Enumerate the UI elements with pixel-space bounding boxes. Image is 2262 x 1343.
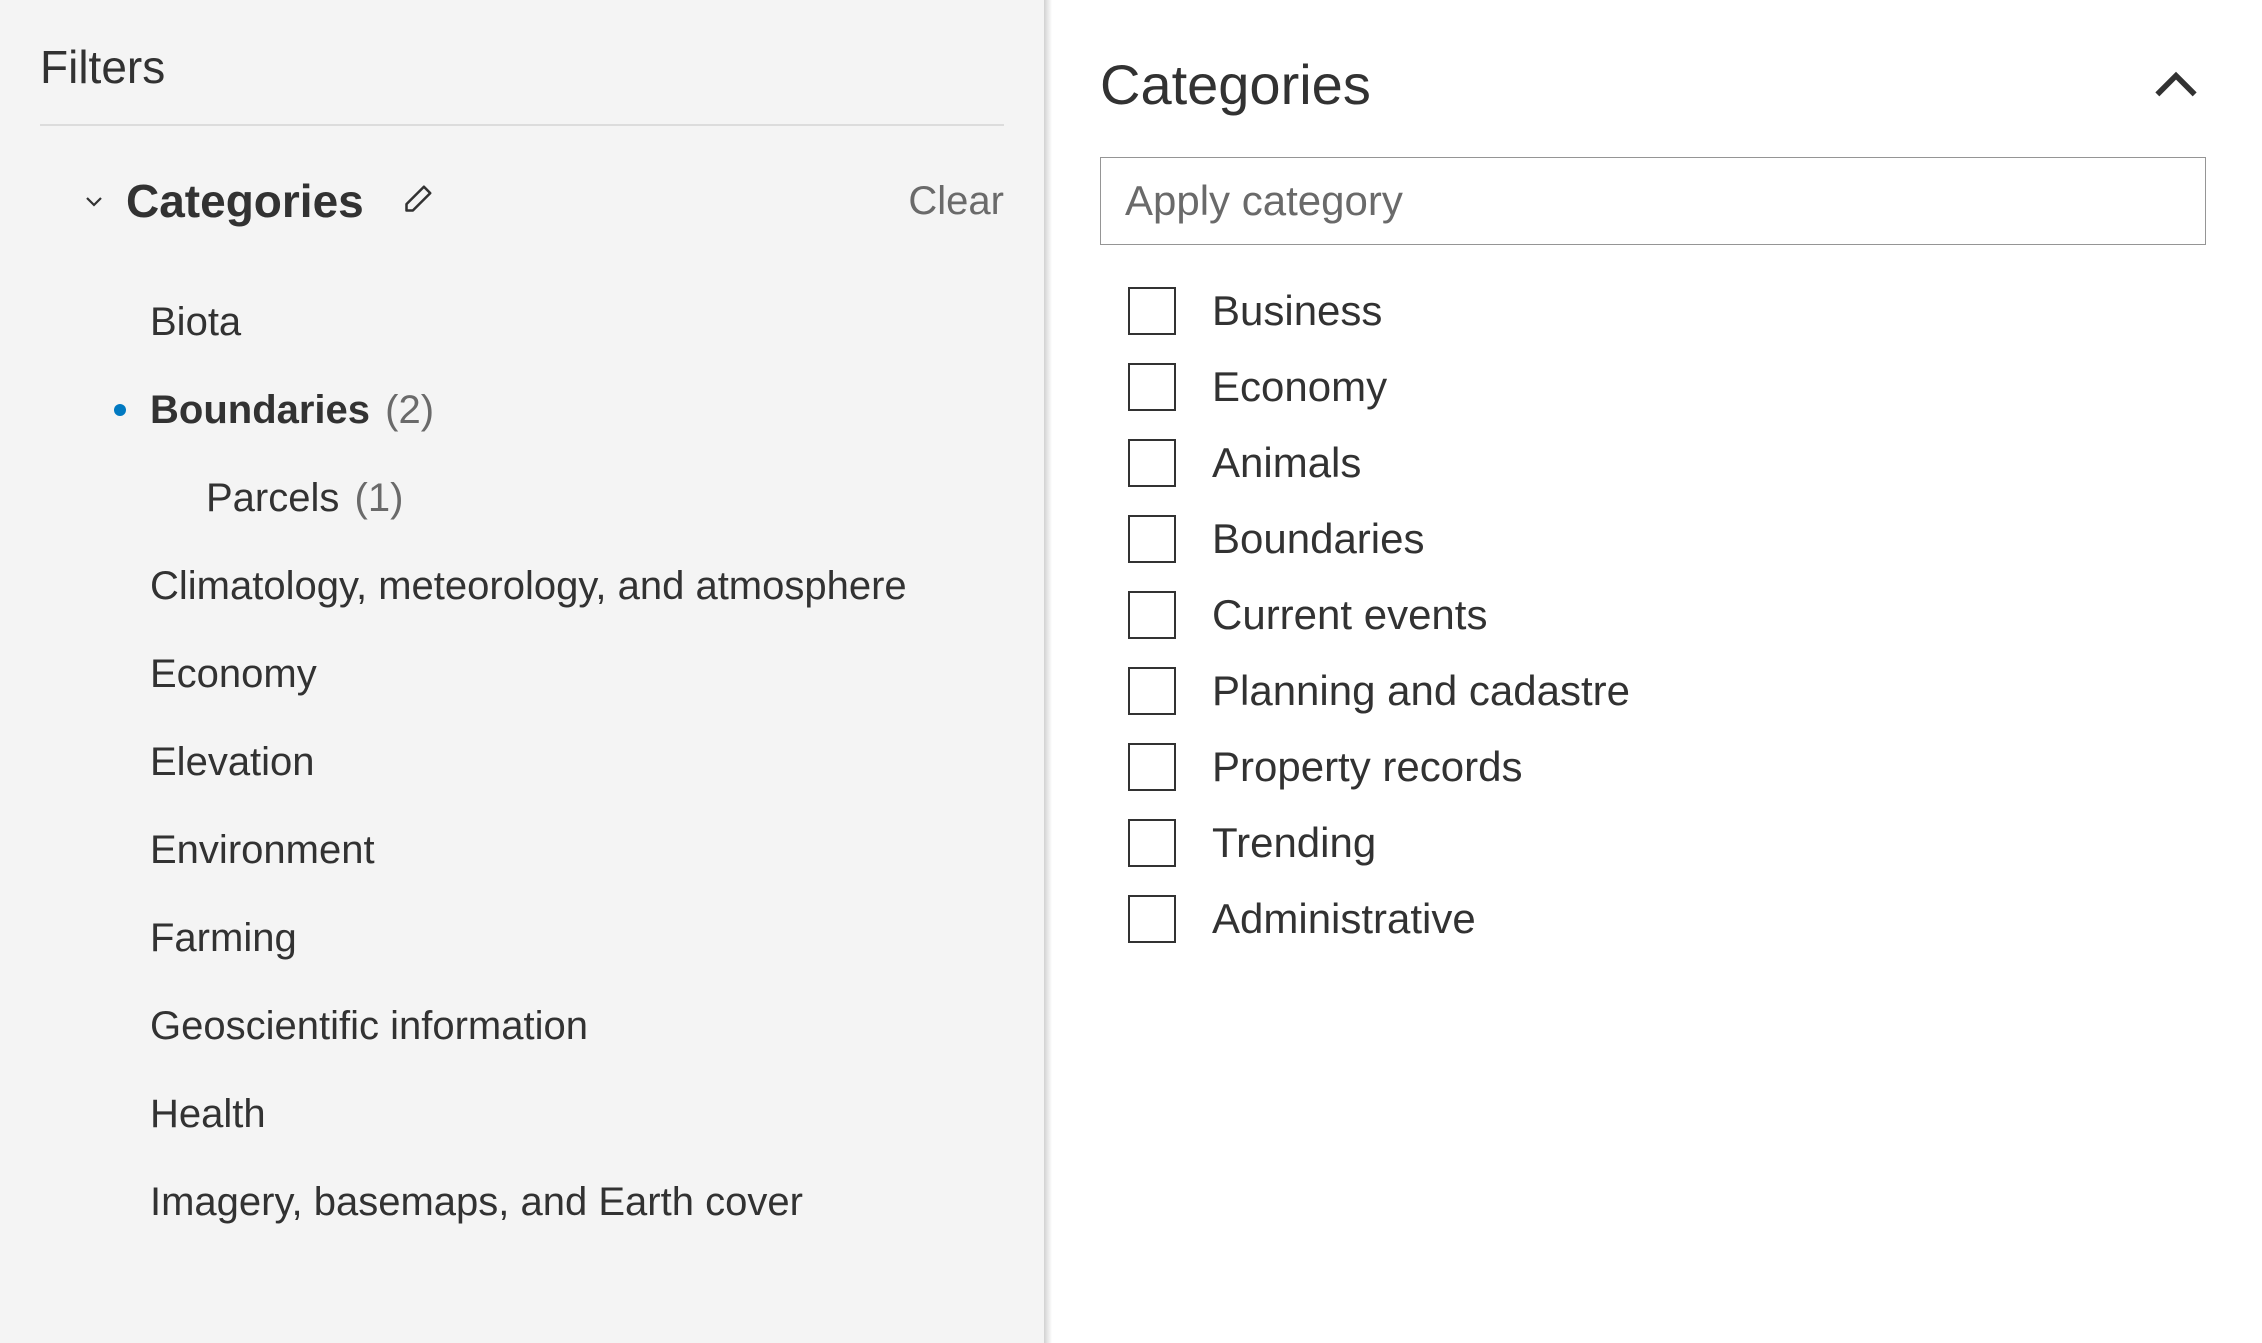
check-item[interactable]: Property records <box>1128 729 2206 805</box>
tree-item-label: Economy <box>150 652 317 696</box>
tree-item[interactable]: Geoscientific information <box>150 982 1004 1070</box>
checkbox[interactable] <box>1128 287 1176 335</box>
categories-apply-panel: Categories Business Economy Animals Boundar… <box>1044 0 2262 1343</box>
check-label: Property records <box>1212 743 1522 791</box>
tree-item-label: Climatology, meteorology, and atmosphere <box>150 564 907 608</box>
tree-item[interactable]: Boundaries (2) <box>150 366 1004 454</box>
check-label: Animals <box>1212 439 1361 487</box>
tree-item-label: Imagery, basemaps, and Earth cover <box>150 1180 803 1224</box>
tree-item[interactable]: Elevation <box>150 718 1004 806</box>
apply-category-input[interactable] <box>1100 157 2206 245</box>
checkbox[interactable] <box>1128 591 1176 639</box>
tree-item-label: Health <box>150 1092 266 1136</box>
tree-item-count: (2) <box>374 388 434 432</box>
checkbox[interactable] <box>1128 515 1176 563</box>
tree-item-text: Farming <box>150 912 297 964</box>
check-item[interactable]: Trending <box>1128 805 2206 881</box>
check-label: Current events <box>1212 591 1487 639</box>
check-label: Boundaries <box>1212 515 1424 563</box>
tree-item-count: (1) <box>343 476 403 520</box>
checkbox[interactable] <box>1128 819 1176 867</box>
tree-item-label: Boundaries <box>150 388 370 432</box>
check-label: Trending <box>1212 819 1376 867</box>
chevron-down-icon[interactable] <box>80 187 108 215</box>
categories-checklist: Business Economy Animals Boundaries Current … <box>1100 273 2206 957</box>
tree-child-item[interactable]: Parcels (1) <box>150 454 1004 542</box>
tree-item-text: Health <box>150 1088 266 1140</box>
tree-item[interactable]: Imagery, basemaps, and Earth cover <box>150 1158 1004 1246</box>
tree-item-text: Imagery, basemaps, and Earth cover <box>150 1176 803 1228</box>
tree-item-text: Boundaries (2) <box>150 384 434 436</box>
check-item[interactable]: Animals <box>1128 425 2206 501</box>
tree-item-text: Environment <box>150 824 375 876</box>
categories-section-title: Categories <box>126 174 364 228</box>
check-item[interactable]: Economy <box>1128 349 2206 425</box>
check-item[interactable]: Planning and cadastre <box>1128 653 2206 729</box>
tree-item[interactable]: Environment <box>150 806 1004 894</box>
check-item[interactable]: Boundaries <box>1128 501 2206 577</box>
checkbox[interactable] <box>1128 363 1176 411</box>
tree-item[interactable]: Health <box>150 1070 1004 1158</box>
checkbox[interactable] <box>1128 743 1176 791</box>
tree-item-text: Parcels (1) <box>206 472 403 524</box>
check-label: Business <box>1212 287 1382 335</box>
tree-item-label: Farming <box>150 916 297 960</box>
chevron-up-icon[interactable] <box>2146 55 2206 115</box>
edit-icon[interactable] <box>394 179 438 223</box>
checkbox[interactable] <box>1128 667 1176 715</box>
filters-panel: Filters Categories Clear Biota Boundaries… <box>0 0 1044 1343</box>
checkbox[interactable] <box>1128 439 1176 487</box>
tree-item[interactable]: Climatology, meteorology, and atmosphere <box>150 542 1004 630</box>
tree-item-label: Geoscientific information <box>150 1004 588 1048</box>
selected-bullet-icon <box>114 404 126 416</box>
tree-item-label: Environment <box>150 828 375 872</box>
tree-item-text: Climatology, meteorology, and atmosphere <box>150 560 907 612</box>
tree-item[interactable]: Economy <box>150 630 1004 718</box>
tree-item[interactable]: Farming <box>150 894 1004 982</box>
clear-button[interactable]: Clear <box>908 179 1004 224</box>
checkbox[interactable] <box>1128 895 1176 943</box>
tree-item-label: Parcels <box>206 476 339 520</box>
categories-tree: Biota Boundaries (2) Parcels (1) Climatolog… <box>40 278 1004 1246</box>
check-label: Planning and cadastre <box>1212 667 1630 715</box>
categories-apply-header[interactable]: Categories <box>1100 52 2206 117</box>
check-label: Administrative <box>1212 895 1476 943</box>
check-label: Economy <box>1212 363 1387 411</box>
categories-section-header[interactable]: Categories Clear <box>40 174 1004 228</box>
check-item[interactable]: Business <box>1128 273 2206 349</box>
tree-item-label: Biota <box>150 300 241 344</box>
tree-item-text: Geoscientific information <box>150 1000 588 1052</box>
tree-item-text: Economy <box>150 648 317 700</box>
tree-item-text: Biota <box>150 296 241 348</box>
check-item[interactable]: Administrative <box>1128 881 2206 957</box>
tree-item-label: Elevation <box>150 740 315 784</box>
check-item[interactable]: Current events <box>1128 577 2206 653</box>
filters-title: Filters <box>40 40 1004 126</box>
tree-item-text: Elevation <box>150 736 315 788</box>
tree-item[interactable]: Biota <box>150 278 1004 366</box>
categories-apply-title: Categories <box>1100 52 1371 117</box>
